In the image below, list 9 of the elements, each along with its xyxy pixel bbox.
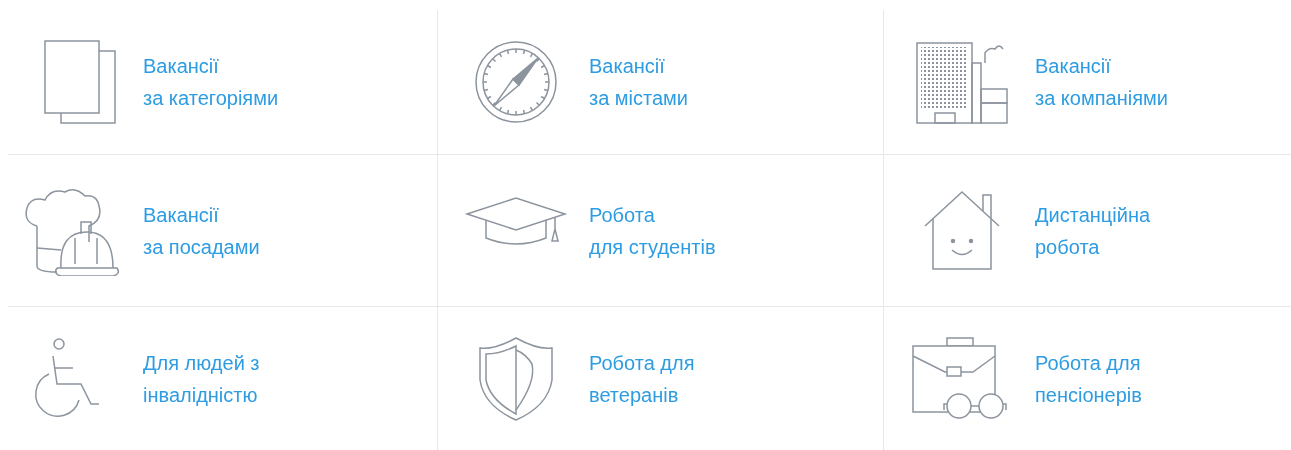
- category-link[interactable]: Вакансії за посадами: [143, 198, 260, 263]
- category-link[interactable]: Для людей з інвалідністю: [143, 346, 260, 411]
- category-link[interactable]: Робота для пенсіонерів: [1035, 346, 1142, 411]
- category-link[interactable]: Дистанційна робота: [1035, 198, 1151, 263]
- category-link[interactable]: Робота для студентів: [589, 198, 716, 263]
- category-link[interactable]: Вакансії за компаніями: [1035, 50, 1168, 114]
- category-link[interactable]: Вакансії за категоріями: [143, 50, 279, 114]
- category-link[interactable]: Робота для ветеранів: [589, 346, 695, 411]
- category-link[interactable]: Вакансії за містами: [589, 50, 689, 114]
